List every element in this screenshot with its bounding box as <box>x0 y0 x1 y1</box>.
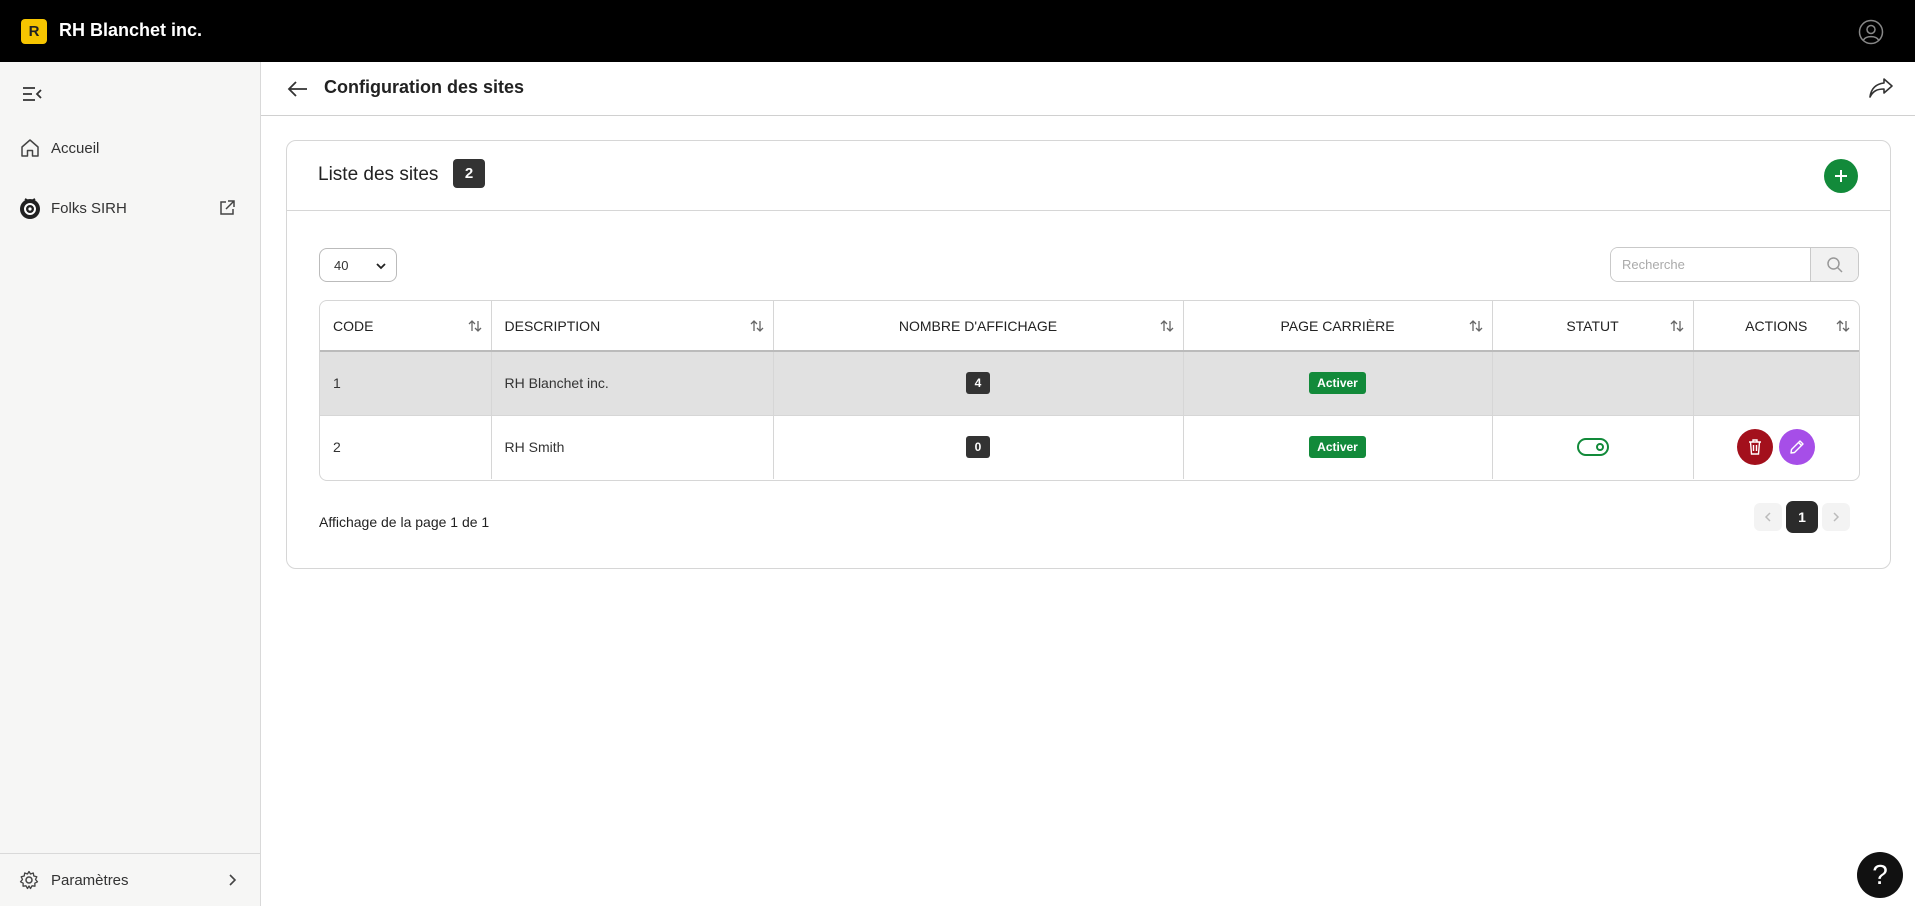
top-bar: R RH Blanchet inc. <box>0 0 1915 62</box>
collapse-sidebar-icon[interactable] <box>21 83 43 105</box>
chevron-down-icon <box>376 263 386 270</box>
card-header: Liste des sites 2 <box>287 141 1890 211</box>
column-label: CODE <box>333 317 374 334</box>
share-icon[interactable] <box>1867 75 1895 101</box>
count-badge: 2 <box>453 159 485 188</box>
count-badge: 0 <box>966 436 990 459</box>
column-header-nombre-affichage[interactable]: NOMBRE D'AFFICHAGE <box>773 301 1184 352</box>
search-icon <box>1826 256 1843 273</box>
table-row[interactable]: 1 RH Blanchet inc. 4 Activer <box>320 351 1859 416</box>
page-title: Configuration des sites <box>324 77 525 97</box>
sidebar: Accueil Folks SIRH Paramètres <box>0 62 261 906</box>
sites-card: Liste des sites 2 40 Recherche CODE DESC… <box>286 140 1891 569</box>
cell-code: 1 <box>320 351 492 416</box>
search-input[interactable] <box>1611 248 1811 281</box>
brand-logo[interactable]: R <box>21 19 47 44</box>
column-header-code[interactable]: CODE <box>320 301 492 352</box>
sort-icon[interactable] <box>1669 318 1685 334</box>
cell-actions <box>1693 415 1859 479</box>
column-label: ACTIONS <box>1745 317 1808 334</box>
cell-count: 0 <box>773 415 1184 479</box>
sidebar-item-label: Accueil <box>51 139 100 157</box>
cell-count: 4 <box>773 351 1184 416</box>
plus-icon <box>1835 170 1847 182</box>
help-button[interactable]: ? <box>1857 852 1903 898</box>
chevron-right-icon <box>1833 512 1840 522</box>
status-toggle[interactable] <box>1576 438 1609 457</box>
folks-logo-icon <box>20 198 40 219</box>
cell-actions <box>1693 351 1859 416</box>
per-page-value: 40 <box>334 257 349 273</box>
gear-icon <box>19 870 39 890</box>
toggle-knob <box>1595 443 1604 452</box>
page-header: Configuration des sites <box>261 62 1915 116</box>
column-label: PAGE CARRIÈRE <box>1280 317 1395 334</box>
career-page-badge[interactable]: Activer <box>1309 372 1366 395</box>
home-icon <box>21 139 39 157</box>
sort-icon[interactable] <box>749 318 765 334</box>
chevron-right-icon <box>229 874 237 886</box>
career-page-badge[interactable]: Activer <box>1309 436 1366 459</box>
column-header-description[interactable]: DESCRIPTION <box>491 301 774 352</box>
external-link-icon[interactable] <box>218 199 236 217</box>
search-button[interactable] <box>1810 248 1858 281</box>
pagination-info: Affichage de la page 1 de 1 <box>319 514 490 530</box>
add-site-button[interactable] <box>1824 159 1858 193</box>
next-page-button[interactable] <box>1822 503 1850 531</box>
sidebar-item-folks-sirh[interactable]: Folks SIRH <box>0 188 260 228</box>
sort-icon[interactable] <box>467 318 483 334</box>
chevron-left-icon <box>1764 512 1771 522</box>
edit-button[interactable] <box>1779 429 1816 466</box>
settings-label: Paramètres <box>51 871 129 889</box>
table-header-row: CODE DESCRIPTION NOMBRE D'AFFICHAGE PAGE… <box>320 301 1859 352</box>
column-header-page-carriere[interactable]: PAGE CARRIÈRE <box>1183 301 1493 352</box>
table-row[interactable]: 2 RH Smith 0 Activer <box>320 415 1859 479</box>
cell-description: RH Blanchet inc. <box>491 351 774 416</box>
pagination: 1 <box>1754 501 1850 533</box>
cell-career-page: Activer <box>1183 415 1493 479</box>
sites-table: CODE DESCRIPTION NOMBRE D'AFFICHAGE PAGE… <box>319 300 1860 481</box>
card-title: Liste des sites <box>318 164 439 185</box>
cell-code: 2 <box>320 415 492 479</box>
search-box <box>1610 247 1859 282</box>
delete-button[interactable] <box>1737 429 1774 466</box>
column-header-statut[interactable]: STATUT <box>1492 301 1694 352</box>
sort-icon[interactable] <box>1468 318 1484 334</box>
count-badge: 4 <box>966 372 990 395</box>
cell-status <box>1492 415 1694 479</box>
cell-status <box>1492 351 1694 416</box>
sort-icon[interactable] <box>1159 318 1175 334</box>
app-name[interactable]: RH Blanchet inc. <box>59 20 202 41</box>
per-page-select[interactable]: 40 <box>319 248 397 282</box>
cell-career-page: Activer <box>1183 351 1493 416</box>
column-label: STATUT <box>1566 317 1619 334</box>
column-label: NOMBRE D'AFFICHAGE <box>898 317 1058 334</box>
cell-description: RH Smith <box>491 415 774 479</box>
column-label: DESCRIPTION <box>504 317 601 334</box>
previous-page-button[interactable] <box>1754 503 1782 531</box>
page-button-current[interactable]: 1 <box>1786 501 1818 533</box>
user-account-icon[interactable] <box>1858 19 1884 45</box>
pencil-icon <box>1790 440 1804 454</box>
sidebar-item-parametres[interactable]: Paramètres <box>0 853 260 906</box>
trash-icon <box>1749 439 1762 455</box>
sort-icon[interactable] <box>1835 318 1851 334</box>
back-arrow-icon[interactable] <box>285 76 311 102</box>
sidebar-item-accueil[interactable]: Accueil <box>0 128 260 168</box>
sidebar-item-label: Folks SIRH <box>51 199 127 217</box>
column-header-actions[interactable]: ACTIONS <box>1693 301 1859 352</box>
